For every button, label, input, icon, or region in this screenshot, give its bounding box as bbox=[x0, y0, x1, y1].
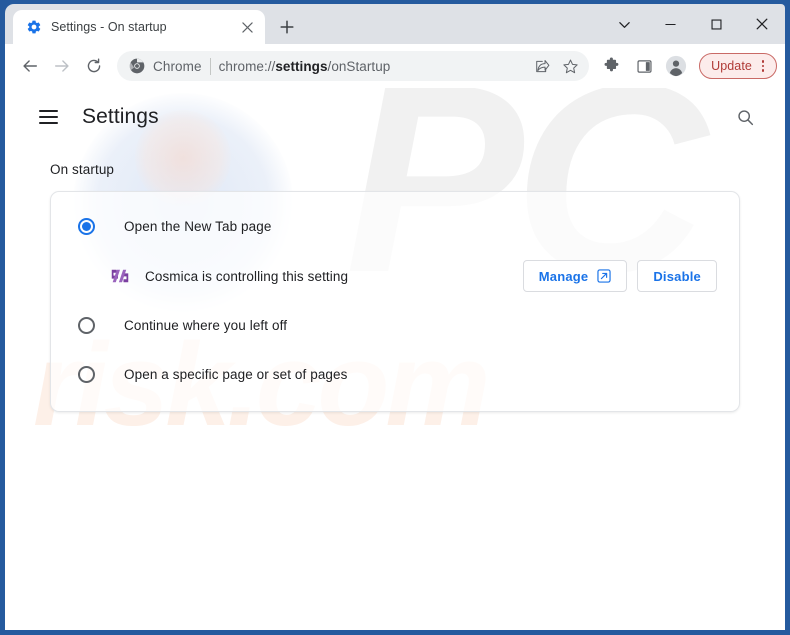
section-heading: On startup bbox=[50, 162, 115, 177]
close-icon bbox=[756, 18, 768, 30]
radio-label-specific-page: Open a specific page or set of pages bbox=[124, 367, 348, 382]
manage-button[interactable]: Manage bbox=[522, 260, 628, 292]
browser-tab[interactable]: Settings - On startup bbox=[13, 10, 265, 44]
omnibox-actions bbox=[529, 53, 583, 79]
omnibox-url: chrome://settings/onStartup bbox=[219, 59, 521, 74]
radio-label-continue: Continue where you left off bbox=[124, 318, 288, 333]
side-panel-icon bbox=[637, 59, 652, 73]
minimize-icon bbox=[664, 23, 676, 25]
search-settings-button[interactable] bbox=[727, 99, 763, 135]
close-window-button[interactable] bbox=[739, 4, 785, 44]
tab-title: Settings - On startup bbox=[51, 20, 167, 34]
omnibox-app-name: Chrome bbox=[153, 58, 202, 74]
new-tab-button[interactable] bbox=[273, 13, 301, 41]
radio-button-new-tab[interactable] bbox=[78, 218, 95, 235]
share-button[interactable] bbox=[529, 53, 555, 79]
window-controls bbox=[601, 4, 785, 44]
cosmica-extension-icon bbox=[111, 269, 129, 283]
url-path: /onStartup bbox=[327, 58, 391, 74]
search-icon bbox=[737, 109, 753, 125]
maximize-button[interactable] bbox=[693, 4, 739, 44]
settings-header: Settings bbox=[5, 88, 785, 146]
manage-label: Manage bbox=[538, 268, 589, 284]
disable-button[interactable]: Disable bbox=[637, 260, 717, 292]
share-icon bbox=[536, 60, 550, 73]
radio-option-new-tab[interactable]: Open the New Tab page bbox=[51, 202, 739, 251]
maximize-icon bbox=[710, 18, 722, 30]
main-menu-button[interactable] bbox=[30, 99, 66, 135]
address-bar[interactable]: Chrome chrome://settings/onStartup bbox=[117, 51, 590, 81]
tab-close-icon[interactable] bbox=[237, 17, 257, 37]
update-label: Update bbox=[711, 59, 752, 73]
extension-controlled-text: Cosmica is controlling this setting bbox=[145, 268, 349, 284]
disable-label: Disable bbox=[653, 268, 701, 284]
chrome-logo-icon bbox=[129, 58, 145, 74]
url-host: settings bbox=[275, 58, 328, 74]
tab-search-button[interactable] bbox=[601, 4, 647, 44]
minimize-button[interactable] bbox=[647, 4, 693, 44]
external-link-icon bbox=[597, 269, 611, 283]
chevron-down-icon bbox=[618, 21, 630, 28]
gear-icon bbox=[27, 20, 41, 34]
update-button[interactable]: Update bbox=[699, 53, 777, 79]
bookmark-button[interactable] bbox=[557, 53, 583, 79]
on-startup-card: Open the New Tab page Cosmica is control… bbox=[50, 191, 740, 412]
extensions-button[interactable] bbox=[597, 51, 627, 81]
settings-page: PC risk.com Settings On startup Open the… bbox=[5, 88, 785, 630]
page-title: Settings bbox=[82, 105, 159, 128]
back-button[interactable] bbox=[15, 51, 45, 81]
close-icon bbox=[241, 21, 253, 33]
extension-actions: Manage Disable bbox=[522, 260, 717, 292]
side-panel-button[interactable] bbox=[629, 51, 659, 81]
three-dot-menu-icon[interactable] bbox=[754, 56, 772, 76]
radio-button-specific-page[interactable] bbox=[78, 366, 95, 383]
radio-option-continue[interactable]: Continue where you left off bbox=[51, 301, 739, 350]
omnibox-divider bbox=[209, 57, 211, 75]
back-arrow-icon bbox=[23, 60, 37, 72]
reload-button[interactable] bbox=[79, 51, 109, 81]
profile-button[interactable] bbox=[661, 51, 691, 81]
plus-icon bbox=[280, 20, 294, 34]
forward-arrow-icon bbox=[55, 60, 69, 72]
puzzle-piece-icon bbox=[604, 57, 619, 72]
reload-icon bbox=[87, 58, 101, 73]
browser-toolbar: Chrome chrome://settings/onStartup Updat… bbox=[5, 44, 785, 88]
radio-label-new-tab: Open the New Tab page bbox=[124, 219, 272, 234]
url-scheme: chrome:// bbox=[218, 58, 276, 74]
tab-strip: Settings - On startup bbox=[5, 4, 785, 44]
profile-avatar-icon bbox=[665, 55, 687, 77]
browser-window: Settings - On startup Chrome chrome://se… bbox=[0, 0, 790, 635]
radio-option-specific-page[interactable]: Open a specific page or set of pages bbox=[51, 350, 739, 399]
radio-button-continue[interactable] bbox=[78, 317, 95, 334]
forward-button[interactable] bbox=[47, 51, 77, 81]
star-icon bbox=[562, 59, 578, 73]
extension-controlled-row: Cosmica is controlling this setting Mana… bbox=[51, 251, 739, 301]
